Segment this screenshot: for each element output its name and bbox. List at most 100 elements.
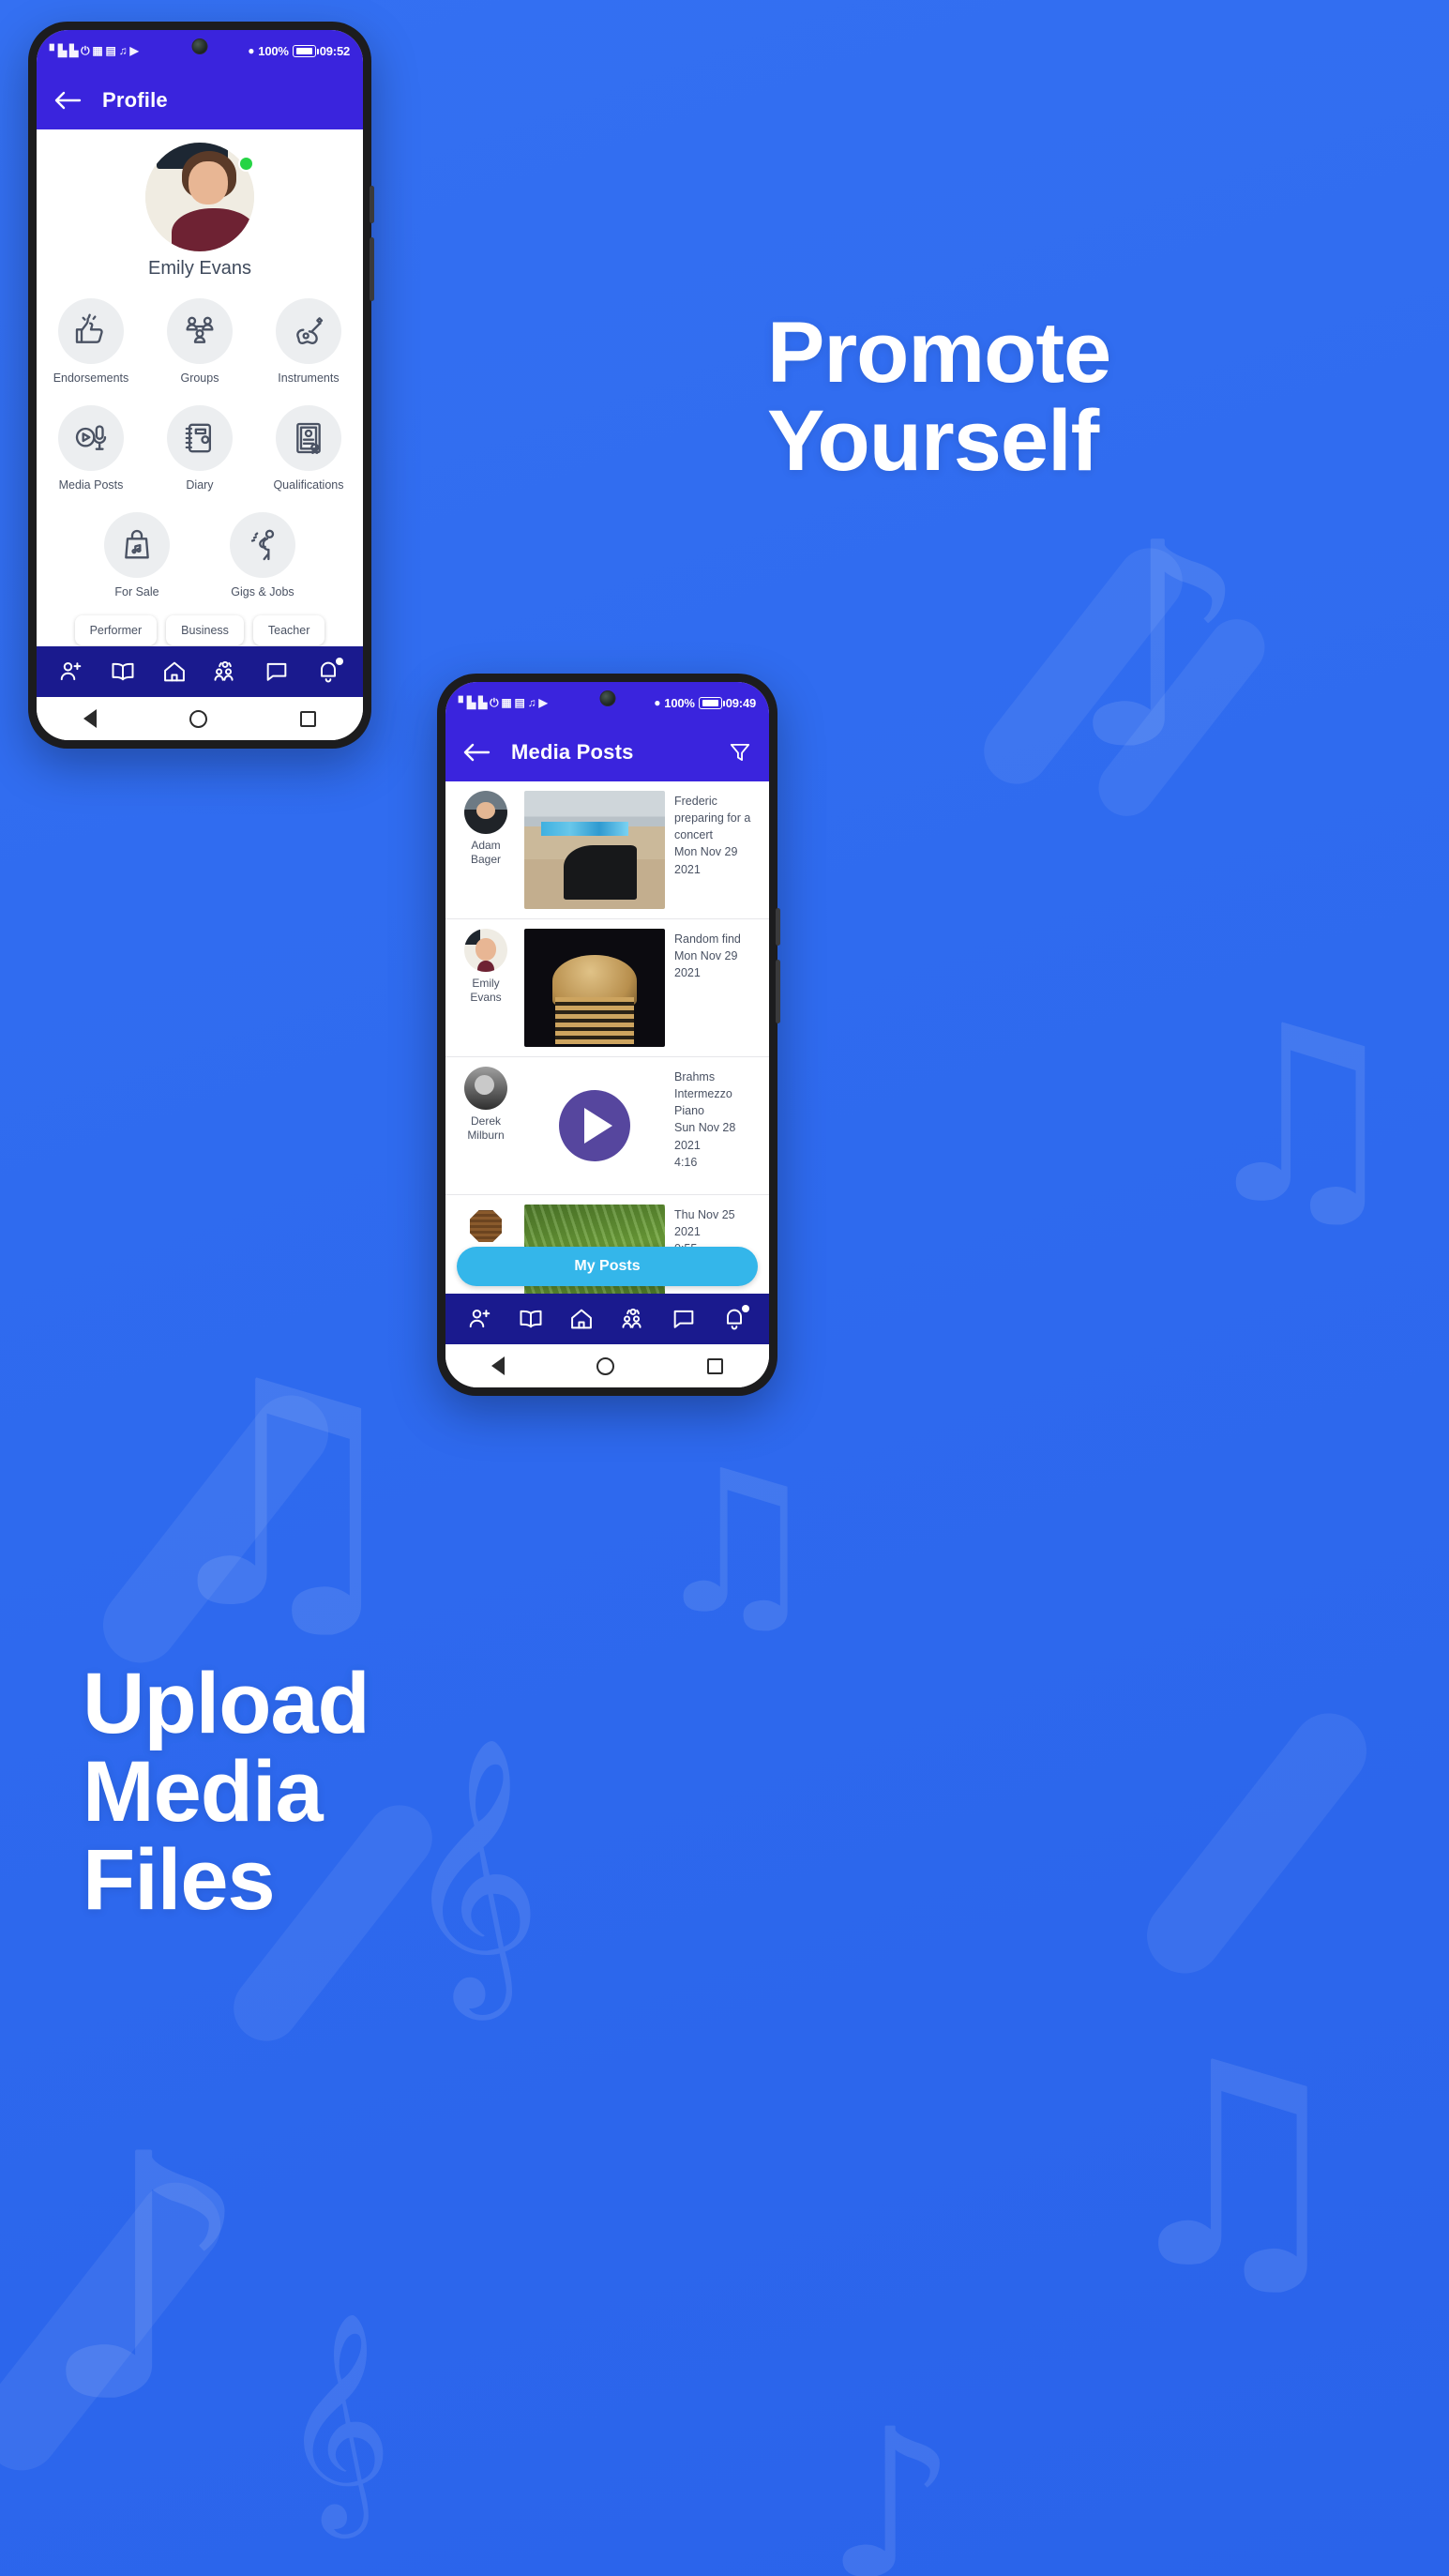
music-note-icon: ♪: [825, 2385, 958, 2576]
page-title: Profile: [102, 88, 168, 112]
headline-line: Files: [83, 1831, 276, 1928]
post-duration: 4:16: [674, 1155, 698, 1169]
music-note-icon: ♪: [38, 2083, 253, 2476]
signal-bars-icon: ▙: [69, 44, 79, 57]
menu-item-gigs-jobs[interactable]: Gigs & Jobs: [230, 512, 295, 599]
clock-label: 09:52: [319, 43, 350, 58]
media-posts-list[interactable]: Adam Bager Frederic preparing for a conc…: [445, 781, 769, 1294]
avatar[interactable]: [464, 1067, 507, 1110]
author-name-line: Adam: [471, 839, 501, 852]
location-pin-icon: ●: [654, 696, 661, 709]
online-status-badge: [238, 156, 254, 172]
headline-promote-yourself: Promote Yourself: [767, 305, 1111, 489]
post-title: Brahms Intermezzo Piano: [674, 1070, 732, 1118]
nav-add-person[interactable]: [467, 1306, 493, 1332]
avatar[interactable]: [464, 791, 507, 834]
menu-item-label: Endorsements: [53, 371, 129, 385]
nav-notifications[interactable]: [721, 1305, 749, 1332]
nav-people[interactable]: [212, 659, 238, 685]
headline-line: Upload: [83, 1656, 370, 1751]
status-bar: ▘▙ ▙ ⏻ ▦ ▤ ♫ ▶ ● 100% 09:49: [445, 682, 769, 723]
menu-item-label: Media Posts: [58, 478, 124, 492]
back-arrow-icon[interactable]: [462, 741, 491, 764]
app-bar: Media Posts: [445, 723, 769, 781]
home-circle-icon[interactable]: [189, 709, 207, 728]
play-icon[interactable]: [559, 1090, 630, 1161]
menu-row-2: Media Posts Diary Qualifications: [37, 392, 363, 499]
home-circle-icon[interactable]: [596, 1356, 615, 1375]
menu-row-3: For Sale Gigs & Jobs: [37, 499, 363, 606]
menu-item-endorsements[interactable]: Endorsements: [37, 298, 145, 385]
play-microphone-icon: [57, 405, 124, 471]
role-pill-business[interactable]: Business: [166, 615, 244, 645]
back-triangle-icon[interactable]: [83, 709, 97, 728]
wifi-icon: ⏻: [490, 695, 499, 709]
post-media-player[interactable]: [524, 1067, 665, 1185]
signal-bars-icon: ▙: [478, 696, 488, 709]
battery-icon: [698, 696, 725, 709]
android-system-nav: [37, 697, 363, 740]
nav-home[interactable]: [161, 659, 188, 685]
bottom-navigation: [37, 646, 363, 697]
nav-people[interactable]: [620, 1306, 646, 1332]
nav-book[interactable]: [518, 1306, 544, 1332]
headline-line: Yourself: [767, 392, 1099, 489]
music-note-icon: ♪: [1069, 483, 1249, 811]
profile-content: Emily Evans Endorsements Groups Instrume…: [37, 129, 363, 646]
my-posts-button[interactable]: My Posts: [457, 1247, 758, 1286]
guitar-icon: [275, 298, 341, 364]
post-date: Mon Nov 29 2021: [674, 949, 738, 980]
menu-item-groups[interactable]: Groups: [145, 298, 254, 385]
profile-header: Emily Evans: [37, 129, 363, 285]
menu-item-label: For Sale: [114, 585, 159, 599]
status-bar: ▘▙ ▙ ⏻ ▦ ▤ ♫ ▶ ● 100% 09:52: [37, 30, 363, 71]
menu-item-diary[interactable]: Diary: [145, 405, 254, 492]
nav-home[interactable]: [568, 1306, 595, 1332]
menu-item-instruments[interactable]: Instruments: [254, 298, 363, 385]
nav-messages[interactable]: [264, 659, 290, 685]
media-post-row[interactable]: Adam Bager Frederic preparing for a conc…: [445, 781, 769, 919]
media-post-row[interactable]: Derek Milburn Brahms Intermezzo Piano Su…: [445, 1057, 769, 1195]
nav-add-person[interactable]: [58, 659, 84, 685]
menu-item-for-sale[interactable]: For Sale: [104, 512, 170, 599]
headline-line: Promote: [767, 305, 1111, 401]
headphones-icon: ♫: [118, 44, 128, 57]
avatar[interactable]: [464, 929, 507, 972]
battery-icon: [292, 44, 319, 57]
headphones-icon: ♫: [527, 696, 536, 709]
document-icon: ▦: [92, 44, 103, 57]
role-pill-performer[interactable]: Performer: [74, 615, 158, 645]
post-title: Frederic preparing for a concert: [674, 795, 751, 842]
nav-messages[interactable]: [671, 1306, 697, 1332]
phone-volume-button: [776, 960, 780, 1023]
back-triangle-icon[interactable]: [491, 1356, 506, 1375]
avatar-container[interactable]: [145, 143, 254, 251]
role-pill-teacher[interactable]: Teacher: [252, 615, 325, 645]
signal-bars-icon: ▘▙: [459, 696, 476, 709]
nav-book[interactable]: [110, 659, 136, 685]
menu-item-qualifications[interactable]: Qualifications: [254, 405, 363, 492]
headline-line: Media: [83, 1743, 324, 1840]
post-author[interactable]: Adam Bager: [457, 791, 515, 867]
post-media-thumbnail[interactable]: [524, 929, 665, 1047]
author-name-line: Bager: [470, 853, 502, 866]
notification-badge: [335, 658, 343, 665]
clock-label: 09:49: [725, 695, 756, 710]
media-posts-screen: ▘▙ ▙ ⏻ ▦ ▤ ♫ ▶ ● 100% 09:49 Media Posts …: [445, 682, 769, 1387]
recents-square-icon[interactable]: [300, 710, 317, 727]
post-author[interactable]: Emily Evans: [457, 929, 515, 1005]
nav-notifications[interactable]: [315, 658, 343, 685]
media-post-row[interactable]: Emily Evans Random find Mon Nov 29 2021: [445, 919, 769, 1057]
avatar[interactable]: [464, 1205, 507, 1248]
post-media-thumbnail[interactable]: [524, 791, 665, 909]
shopping-bag-music-icon: [104, 512, 170, 578]
back-arrow-icon[interactable]: [53, 89, 82, 112]
filter-funnel-icon[interactable]: [728, 740, 752, 765]
menu-item-media-posts[interactable]: Media Posts: [37, 405, 145, 492]
saxophone-player-icon: [230, 512, 295, 578]
post-author[interactable]: Derek Milburn: [457, 1067, 515, 1143]
app-bar: Profile: [37, 71, 363, 129]
recents-square-icon[interactable]: [706, 1357, 723, 1374]
menu-item-label: Qualifications: [273, 478, 344, 492]
avatar[interactable]: [145, 143, 254, 251]
